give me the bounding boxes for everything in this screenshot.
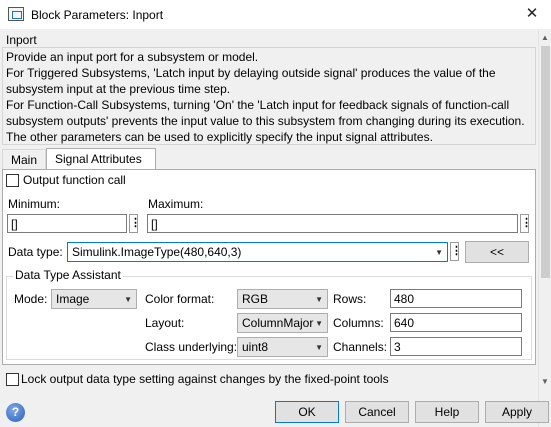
minimum-field[interactable]: [] (7, 214, 127, 233)
block-description: Provide an input port for a subsystem or… (6, 50, 525, 144)
class-underlying-label: Class underlying: (145, 340, 238, 354)
scrollbar-thumb[interactable] (541, 46, 550, 278)
mode-label: Mode: (14, 292, 48, 306)
block-parameters-icon (8, 7, 24, 21)
chevron-down-icon: ▼ (315, 319, 323, 328)
maximum-options-icon[interactable]: ⋮ (520, 214, 532, 233)
layout-dropdown[interactable]: ColumnMajor ▼ (237, 313, 328, 333)
chevron-down-icon: ▼ (124, 295, 132, 304)
minimum-options-icon[interactable]: ⋮ (129, 214, 141, 233)
help-button[interactable]: Help (415, 401, 479, 423)
maximum-field[interactable]: [] (147, 214, 518, 233)
data-type-label: Data type: (8, 245, 63, 259)
show-data-type-assistant-button[interactable]: << (465, 241, 529, 263)
columns-field[interactable]: 640 (390, 313, 522, 332)
data-type-options-icon[interactable]: ⋮ (450, 242, 462, 261)
help-icon[interactable]: ? (6, 403, 25, 422)
scroll-down-icon[interactable]: ▼ (541, 377, 549, 386)
data-type-assistant-title: Data Type Assistant (13, 268, 123, 282)
tab-signal-attributes[interactable]: Signal Attributes (46, 148, 156, 170)
tab-main[interactable]: Main (2, 149, 46, 170)
output-function-call-label: Output function call (23, 173, 126, 187)
color-format-value: RGB (242, 292, 269, 306)
minimum-label: Minimum: (8, 197, 61, 211)
rows-label: Rows: (333, 292, 367, 306)
cancel-button[interactable]: Cancel (345, 401, 409, 423)
lock-output-data-type-checkbox[interactable] (6, 373, 19, 386)
data-type-dropdown[interactable]: Simulink.ImageType(480,640,3) ▼ (67, 242, 448, 262)
class-underlying-value: uint8 (242, 340, 269, 354)
channels-label: Channels: (333, 340, 388, 354)
window-title: Block Parameters: Inport (31, 8, 164, 22)
section-title: Inport (6, 33, 37, 47)
columns-label: Columns: (333, 316, 384, 330)
color-format-label: Color format: (145, 292, 215, 306)
mode-dropdown[interactable]: Image ▼ (51, 289, 137, 309)
apply-button[interactable]: Apply (485, 401, 549, 423)
scroll-up-icon[interactable]: ▲ (541, 33, 549, 42)
layout-value: ColumnMajor (242, 316, 314, 330)
chevron-down-icon: ▼ (435, 248, 443, 257)
title-bar: Block Parameters: Inport ✕ (0, 0, 551, 30)
lock-output-data-type-label: Lock output data type setting against ch… (21, 372, 389, 386)
chevron-down-icon: ▼ (315, 343, 323, 352)
close-icon[interactable]: ✕ (524, 6, 540, 22)
vertical-scrollbar[interactable]: ▲ ▼ (538, 30, 551, 427)
color-format-dropdown[interactable]: RGB ▼ (237, 289, 328, 309)
class-underlying-dropdown[interactable]: uint8 ▼ (237, 337, 328, 357)
rows-field[interactable]: 480 (390, 289, 522, 308)
data-type-value: Simulink.ImageType(480,640,3) (72, 245, 242, 259)
output-function-call-checkbox[interactable] (6, 174, 19, 187)
mode-value: Image (56, 292, 90, 306)
maximum-label: Maximum: (148, 197, 204, 211)
ok-button[interactable]: OK (275, 401, 339, 423)
channels-field[interactable]: 3 (390, 337, 522, 356)
chevron-down-icon: ▼ (315, 295, 323, 304)
layout-label: Layout: (145, 316, 185, 330)
